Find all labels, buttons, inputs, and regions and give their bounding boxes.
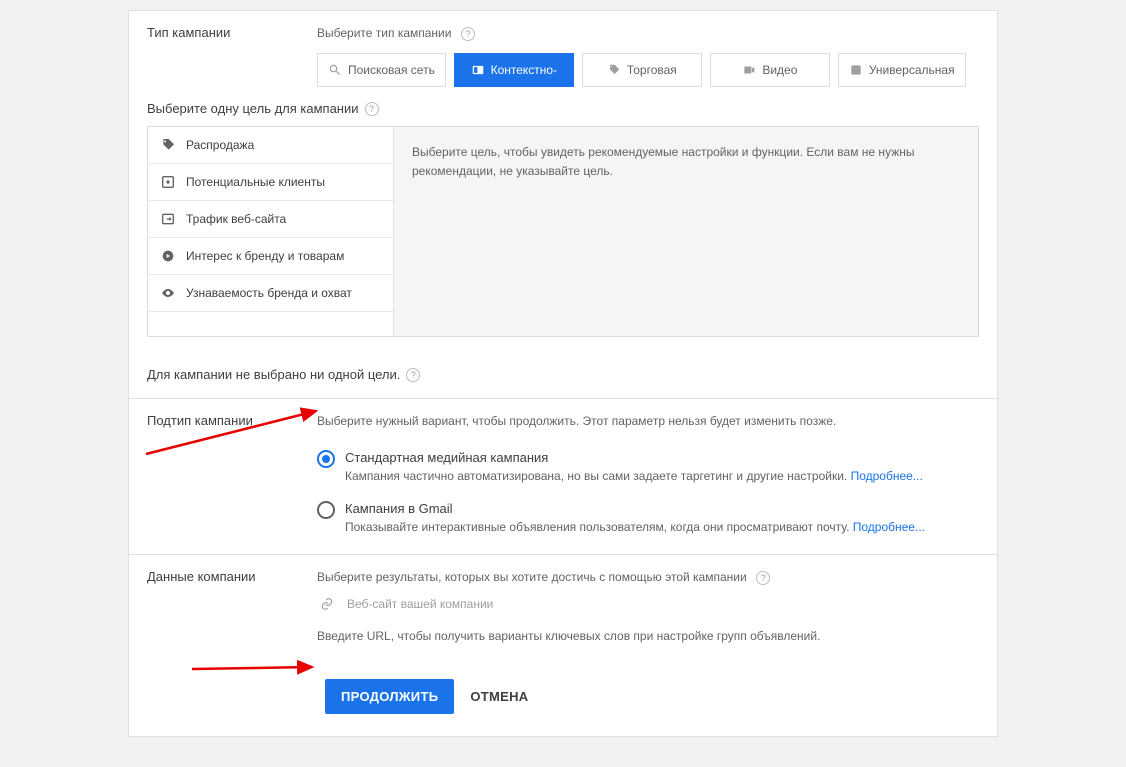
campaign-setup-card: Тип кампании Выберите тип кампании ? Пои… <box>128 10 998 737</box>
tab-label: Поисковая сеть <box>348 63 435 77</box>
learn-more-link[interactable]: Подробнее... <box>853 520 925 534</box>
no-goal-msg: Для кампании не выбрано ни одной цели. <box>147 367 400 382</box>
tab-shopping[interactable]: Торговая <box>582 53 702 87</box>
radio-title: Кампания в Gmail <box>345 501 979 516</box>
tab-video[interactable]: Видео <box>710 53 830 87</box>
play-icon <box>160 248 176 264</box>
goal-header: Выберите одну цель для кампании <box>147 101 359 116</box>
goal-item-sale[interactable]: Распродажа <box>148 127 393 164</box>
tag-icon <box>607 63 621 77</box>
goal-item-leads[interactable]: Потенциальные клиенты <box>148 164 393 201</box>
video-icon <box>742 63 756 77</box>
radio-desc: Показывайте интерактивные объявления пол… <box>345 520 853 534</box>
subtype-label: Подтип кампании <box>147 413 317 540</box>
goal-item-label: Интерес к бренду и товарам <box>186 249 344 263</box>
goal-item-spacer <box>148 312 393 336</box>
layout-icon <box>471 63 485 77</box>
cancel-button[interactable]: ОТМЕНА <box>470 689 528 704</box>
goal-item-label: Трафик веб-сайта <box>186 212 286 226</box>
search-icon <box>328 63 342 77</box>
tab-label: Видео <box>762 63 797 77</box>
goal-item-interest[interactable]: Интерес к бренду и товарам <box>148 238 393 275</box>
radio-icon <box>317 501 335 519</box>
url-hint: Введите URL, чтобы получить варианты клю… <box>317 629 979 643</box>
goal-item-label: Распродажа <box>186 138 254 152</box>
radio-gmail[interactable]: Кампания в Gmail Показывайте интерактивн… <box>317 501 979 536</box>
traffic-icon <box>160 211 176 227</box>
learn-more-link[interactable]: Подробнее... <box>851 469 923 483</box>
continue-button[interactable]: ПРОДОЛЖИТЬ <box>325 679 454 714</box>
goal-item-traffic[interactable]: Трафик веб-сайта <box>148 201 393 238</box>
tab-label: Универсальная <box>869 63 955 77</box>
app-icon <box>849 63 863 77</box>
company-label: Данные компании <box>147 569 317 643</box>
tab-label: Торговая <box>627 63 677 77</box>
website-field[interactable]: Веб-сайт вашей компании <box>317 597 979 611</box>
radio-desc: Кампания частично автоматизирована, но в… <box>345 469 851 483</box>
radio-icon <box>317 450 335 468</box>
campaign-type-label: Тип кампании <box>147 25 317 41</box>
website-placeholder: Веб-сайт вашей компании <box>347 597 493 611</box>
tab-display[interactable]: Контекстно- <box>454 53 574 87</box>
tag-icon <box>160 137 176 153</box>
goal-panel: Распродажа Потенциальные клиенты Трафик … <box>147 126 979 337</box>
campaign-type-prompt: Выберите тип кампании <box>317 26 451 40</box>
radio-standard[interactable]: Стандартная медийная кампания Кампания ч… <box>317 450 979 485</box>
tab-label: Контекстно- <box>491 63 558 77</box>
radio-title: Стандартная медийная кампания <box>345 450 979 465</box>
help-icon[interactable]: ? <box>365 102 379 116</box>
link-icon <box>317 597 337 611</box>
goal-item-label: Узнаваемость бренда и охват <box>186 286 352 300</box>
subtype-prompt: Выберите нужный вариант, чтобы продолжит… <box>317 414 836 428</box>
tab-universal[interactable]: Универсальная <box>838 53 966 87</box>
goal-item-awareness[interactable]: Узнаваемость бренда и охват <box>148 275 393 312</box>
goal-item-label: Потенциальные клиенты <box>186 175 325 189</box>
help-icon[interactable]: ? <box>756 571 770 585</box>
leads-icon <box>160 174 176 190</box>
help-icon[interactable]: ? <box>461 27 475 41</box>
goal-list: Распродажа Потенциальные клиенты Трафик … <box>148 127 393 336</box>
eye-icon <box>160 285 176 301</box>
goal-description: Выберите цель, чтобы увидеть рекомендуем… <box>393 127 978 336</box>
help-icon[interactable]: ? <box>406 368 420 382</box>
company-prompt: Выберите результаты, которых вы хотите д… <box>317 570 747 584</box>
tab-search[interactable]: Поисковая сеть <box>317 53 446 87</box>
